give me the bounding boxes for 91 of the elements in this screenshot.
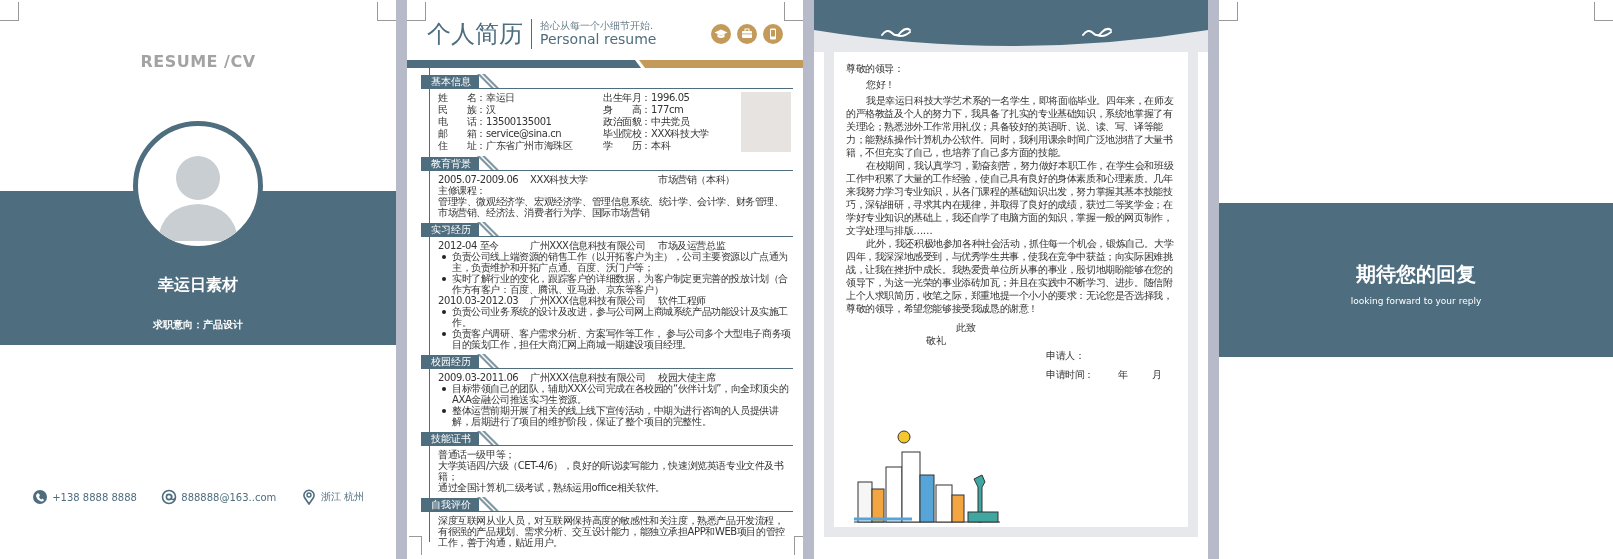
stripes-ornament	[477, 74, 499, 88]
photo-placeholder	[741, 92, 791, 152]
bullet-text: 负责公司业务系统的设计及改进，参与公司网上商城系统产品功能设计及实施工作。	[452, 306, 789, 328]
crop-mark	[407, 2, 426, 21]
contact-text: +138 8888 8888	[52, 491, 137, 503]
bullet-icon	[442, 255, 446, 259]
stripes-ornament	[477, 156, 499, 170]
entry-organization: 广州XXX信息科技有限公司	[530, 372, 647, 383]
crop-mark	[1219, 2, 1238, 21]
crop-mark	[794, 536, 803, 555]
bullet-text: 负责客户调研、客户需求分析、方案写作等工作， 参与公司多个大型电子商务项目的策划工作，担任大商汇网上商城一期建设项目经理。	[452, 328, 792, 350]
skill-text: 通过全国计算机二级考试，熟练运用office相关软件。	[438, 482, 666, 493]
skill-text: 普通话一级甲等；	[438, 449, 516, 460]
letter-paragraph: 我是幸运日科技大学艺术系的一名学生，即将面临毕业。四年来，在师友的严格教益及个人的努力下，我具备了扎实的专业基础知识，系统地掌握了有关理论；熟悉涉外工作常用礼仪；具备较好的英语听、说、读、写、译等能力；能熟练操作计算机办公软件。同时，我利用课余时间广泛地涉猎了大量书籍，不但充实了自己，也培养了自己多方面的技能。	[846, 94, 1175, 159]
info-text: 政治面貌：中共党员	[603, 116, 691, 128]
job-objective: 求职意向：产品设计	[153, 318, 243, 332]
entry-note: 管理学、微观经济学、宏观经济学、管理信息系统、统计学、会计学、财务管理、市场营销、经济法、消费者行为学、国际市场营销	[438, 196, 785, 218]
closing-title: 期待您的回复	[1356, 261, 1476, 288]
info-text: 身 高：177cm	[603, 104, 685, 116]
year-label: 年	[1118, 369, 1128, 380]
section-title: 基本信息	[421, 75, 479, 88]
crop-mark	[0, 2, 19, 21]
bullet-icon	[442, 277, 446, 281]
info-text: 学 历：本科	[603, 140, 672, 152]
resume-title: 个人简历	[427, 19, 532, 49]
at-sign-icon	[161, 489, 178, 505]
briefcase-icon	[737, 24, 757, 44]
cover-title: RESUME /CV	[140, 52, 256, 71]
entry-organization: XXX科技大学	[530, 174, 589, 185]
entry-date: 2009.03-2011.06	[438, 372, 520, 383]
bullet-icon	[442, 387, 446, 391]
crop-mark	[1594, 2, 1613, 21]
crop-mark	[409, 536, 422, 555]
section-title: 校园经历	[421, 355, 479, 368]
entry-role: 软件工程师	[658, 295, 707, 306]
bullet-icon	[442, 310, 446, 314]
entry-organization: 广州XXX信息科技有限公司	[530, 240, 647, 251]
letter-paragraph: 在校期间，我认真学习，勤奋刻苦，努力做好本职工作，在学生会和班级工作中积累了大量的工作经验，使自己具有良好的身体素质和心理素质。几年来我努力学习专业知识，从各门课程的基础知识出发，努力掌握其基本技能技巧，深钻细研，寻求其内在规律，并取得了良好的成绩，获过二等奖学金；在学好专业知识的基础上，我还自学了电脑方面的知识，掌握一般的网页制作，文字处理与排版……	[846, 159, 1175, 237]
entry-role: 校园大使主席	[658, 372, 716, 383]
section-title: 实习经历	[421, 223, 479, 236]
skill-text: 大学英语四/六级（CET-4/6），良好的听说读写能力，快速浏览英语专业文件及书籍；	[438, 460, 785, 482]
graduation-cap-icon	[711, 24, 731, 44]
greeting: 尊敬的领导：	[846, 62, 905, 75]
wave-ornament-icon	[1082, 26, 1112, 39]
stripes-ornament	[477, 222, 499, 236]
section-title: 自我评价	[421, 498, 479, 511]
bullet-text: 整体运营前期开展了相关的线上线下宣传活动，中期为进行咨询的人员提供讲解，后期进行了项目的维护阶段，保证了整个项目的完整性。	[452, 405, 780, 427]
info-text: 邮 箱：service@sina.cn	[438, 128, 563, 140]
stripes-ornament	[477, 497, 499, 511]
phone-icon	[32, 489, 49, 505]
mobile-phone-icon	[763, 24, 783, 44]
self-evaluation-text: 深度互联网从业人员，对互联网保持高度的敏感性和关注度，熟悉产品开发流程，有很强的产品规划、需求分析、交互设计能力，能独立承担APP和WEB项目的管控工作，善于沟通，贴近用户。	[438, 515, 786, 548]
applicant-label: 申请人：	[1046, 349, 1086, 362]
info-text: 电 话：13500135001	[438, 116, 553, 128]
location-pin-icon	[300, 489, 317, 505]
entry-note: 主修课程：	[438, 185, 487, 196]
section-title: 教育背景	[421, 157, 479, 170]
entry-role: 市场营销（本科）	[658, 174, 736, 185]
info-text: 出生年月：1996.05	[603, 92, 691, 104]
crop-mark	[784, 2, 803, 21]
letter-paragraph: 此外，我还积极地参加各种社会活动，抓住每一个机会，锻炼自己。大学四年，我深深地感受到，与优秀学生共事，使我在竞争中获益；向实际困难挑战，让我在挫折中成长。我热爱贵单位所从事的事业，殷切地期盼能够在您的领导下，为这一光荣的事业添砖加瓦；并且在实践中不断学习、进步。随信附上个人求职简历，收笔之际，郑重地提一个小小的要求：无论您是否选择我，尊敬的领导，希望您能够接受我诚恳的谢意！	[846, 237, 1175, 315]
salutation: 您好！	[865, 78, 896, 91]
contact-text: 浙江 杭州	[320, 490, 364, 504]
crop-mark	[377, 2, 396, 21]
section-title: 技能证书	[421, 432, 479, 445]
cover-name: 幸运日素材	[158, 275, 238, 296]
wave-ornament-icon	[881, 26, 911, 39]
bullet-text: 负责公司线上端资源的销售工作（以开拓客户为主），公司主要资源以广点通为主，负责维护和开拓广点通、百度、沃门户等；	[452, 251, 789, 273]
stripes-ornament	[477, 354, 499, 368]
bullet-icon	[442, 409, 446, 413]
slogan: 拾心从每一个小细节开始.	[540, 20, 655, 31]
closing-subtitle: looking forward to your reply	[1350, 296, 1482, 306]
bullet-text: 目标带领自己的团队，辅助XXX公司完成在各校园的“伙伴计划”，向全球顶尖的AXA金融公司推送实习生资源。	[452, 383, 790, 405]
resume-subtitle: Personal resume	[540, 31, 657, 48]
entry-role: 市场及运营总监	[658, 240, 727, 251]
bullet-text: 实时了解行业的变化，跟踪客户的详细数据，为客户制定更完善的投放计划（合作方有客户：百度、腾讯、亚马逊、京东等客户）	[452, 273, 789, 295]
entry-date: 2012-04 至今	[438, 240, 499, 251]
info-text: 住 址：广东省广州市海珠区	[438, 140, 574, 152]
entry-organization: 广州XXX信息科技有限公司	[530, 295, 647, 306]
contact-text: 888888@163..com	[181, 491, 277, 503]
info-text: 民 族：汉	[438, 104, 497, 116]
closing-text: 此致	[955, 321, 977, 334]
regards-text: 敬礼	[925, 334, 947, 347]
stripes-ornament	[477, 431, 499, 445]
entry-date: 2005.07-2009.06	[438, 174, 520, 185]
bullet-icon	[442, 332, 446, 336]
entry-date: 2010.03-2012.03	[438, 295, 520, 306]
info-text: 毕业院校：XXX科技大学	[603, 128, 710, 140]
date-label: 申请时间：	[1046, 369, 1094, 380]
month-label: 月	[1151, 369, 1162, 380]
info-text: 姓 名：幸运日	[438, 92, 516, 104]
